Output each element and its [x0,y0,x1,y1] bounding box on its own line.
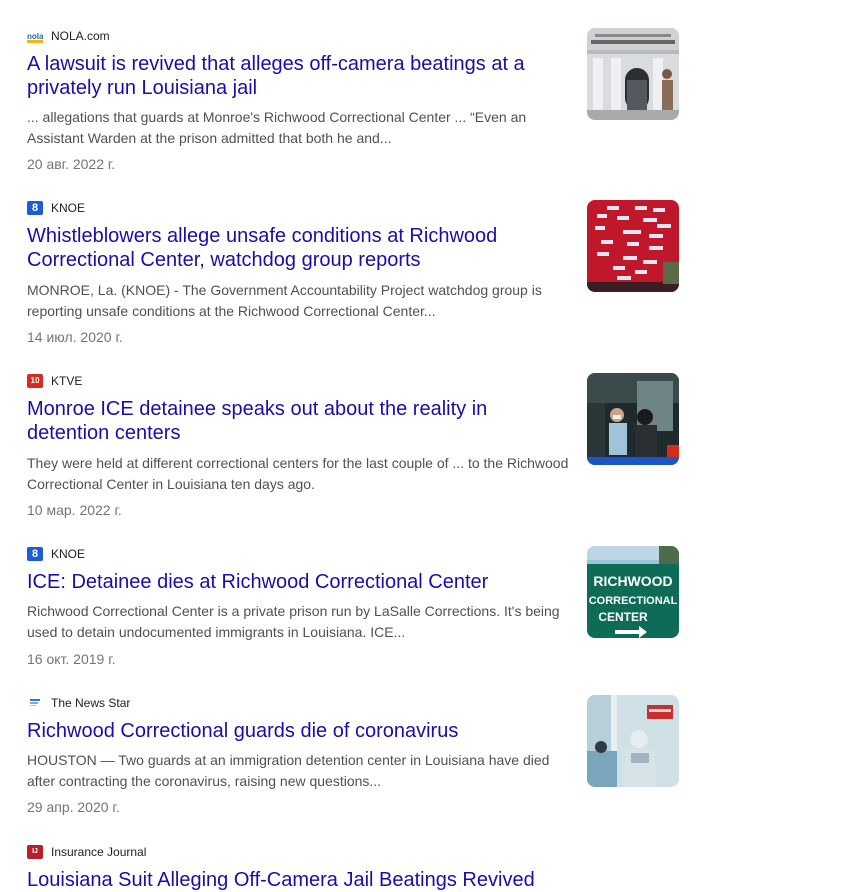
result-title-link[interactable]: Whistleblowers allege unsafe conditions … [27,224,572,272]
news-result[interactable]: The News Star Richwood Correctional guar… [27,695,687,825]
result-source[interactable]: 8 KNOE [27,546,85,562]
result-snippet: ... allegations that guards at Monroe's … [27,109,527,146]
news-result[interactable]: 8 KNOE ICE: Detainee dies at Richwood Co… [27,546,687,676]
result-date: 20 авг. 2022 г. [27,156,116,172]
result-title-link[interactable]: Monroe ICE detainee speaks out about the… [27,397,572,445]
ktve-icon: 10 [27,374,43,388]
result-snippet: They were held at different correctional… [27,455,569,492]
result-date: 29 апр. 2020 г. [27,799,120,815]
detainee-photo[interactable] [587,373,679,465]
source-name: Insurance Journal [51,845,147,859]
news-result[interactable]: 10 KTVE Monroe ICE detainee speaks out a… [27,373,687,523]
source-name: The News Star [51,696,131,710]
result-date: 10 мар. 2022 г. [27,502,122,518]
result-title-link[interactable]: A lawsuit is revived that alleges off-ca… [27,52,572,100]
news-result[interactable]: nola NOLA.com A lawsuit is revived that … [27,28,687,178]
result-date: 16 окт. 2019 г. [27,651,116,667]
sign-line-1: RICHWOOD [593,573,672,589]
sign-line-2: CORRECTIONAL [589,595,678,607]
sign-photo[interactable]: RICHWOOD CORRECTIONAL CENTER [587,546,679,638]
result-source[interactable]: nola NOLA.com [27,28,110,44]
result-date: 14 июл. 2020 г. [27,329,123,345]
result-source[interactable]: 8 KNOE [27,200,85,216]
result-snippet: MONROE, La. (KNOE) - The Government Acco… [27,282,542,319]
news-result[interactable]: 8 KNOE Whistleblowers allege unsafe cond… [27,200,687,350]
source-name: NOLA.com [51,29,110,43]
result-source[interactable]: IJ Insurance Journal [27,844,146,860]
result-source[interactable]: 10 KTVE [27,373,82,389]
source-name: KNOE [51,201,86,215]
result-title-link[interactable]: Richwood Correctional guards die of coro… [27,719,572,743]
svg-text:nola: nola [27,32,43,41]
result-snippet: Richwood Correctional Center is a privat… [27,603,560,640]
source-name: KTVE [51,374,83,388]
result-title-link[interactable]: ICE: Detainee dies at Richwood Correctio… [27,570,572,594]
news-result[interactable]: IJ Insurance Journal Louisiana Suit Alle… [27,844,687,891]
ij-icon: IJ [27,845,43,859]
map-photo[interactable] [587,200,679,292]
result-source[interactable]: The News Star [27,695,130,711]
courthouse-photo[interactable] [587,28,679,120]
newsstar-icon [27,696,43,710]
result-snippet: HOUSTON — Two guards at an immigration d… [27,752,550,789]
source-name: KNOE [51,547,86,561]
hospital-photo[interactable] [587,695,679,787]
knoe-icon: 8 [27,547,43,561]
nola-icon: nola [27,29,44,43]
result-title-link[interactable]: Louisiana Suit Alleging Off-Camera Jail … [27,868,572,892]
sign-line-3: CENTER [598,610,648,624]
knoe-icon: 8 [27,201,43,215]
